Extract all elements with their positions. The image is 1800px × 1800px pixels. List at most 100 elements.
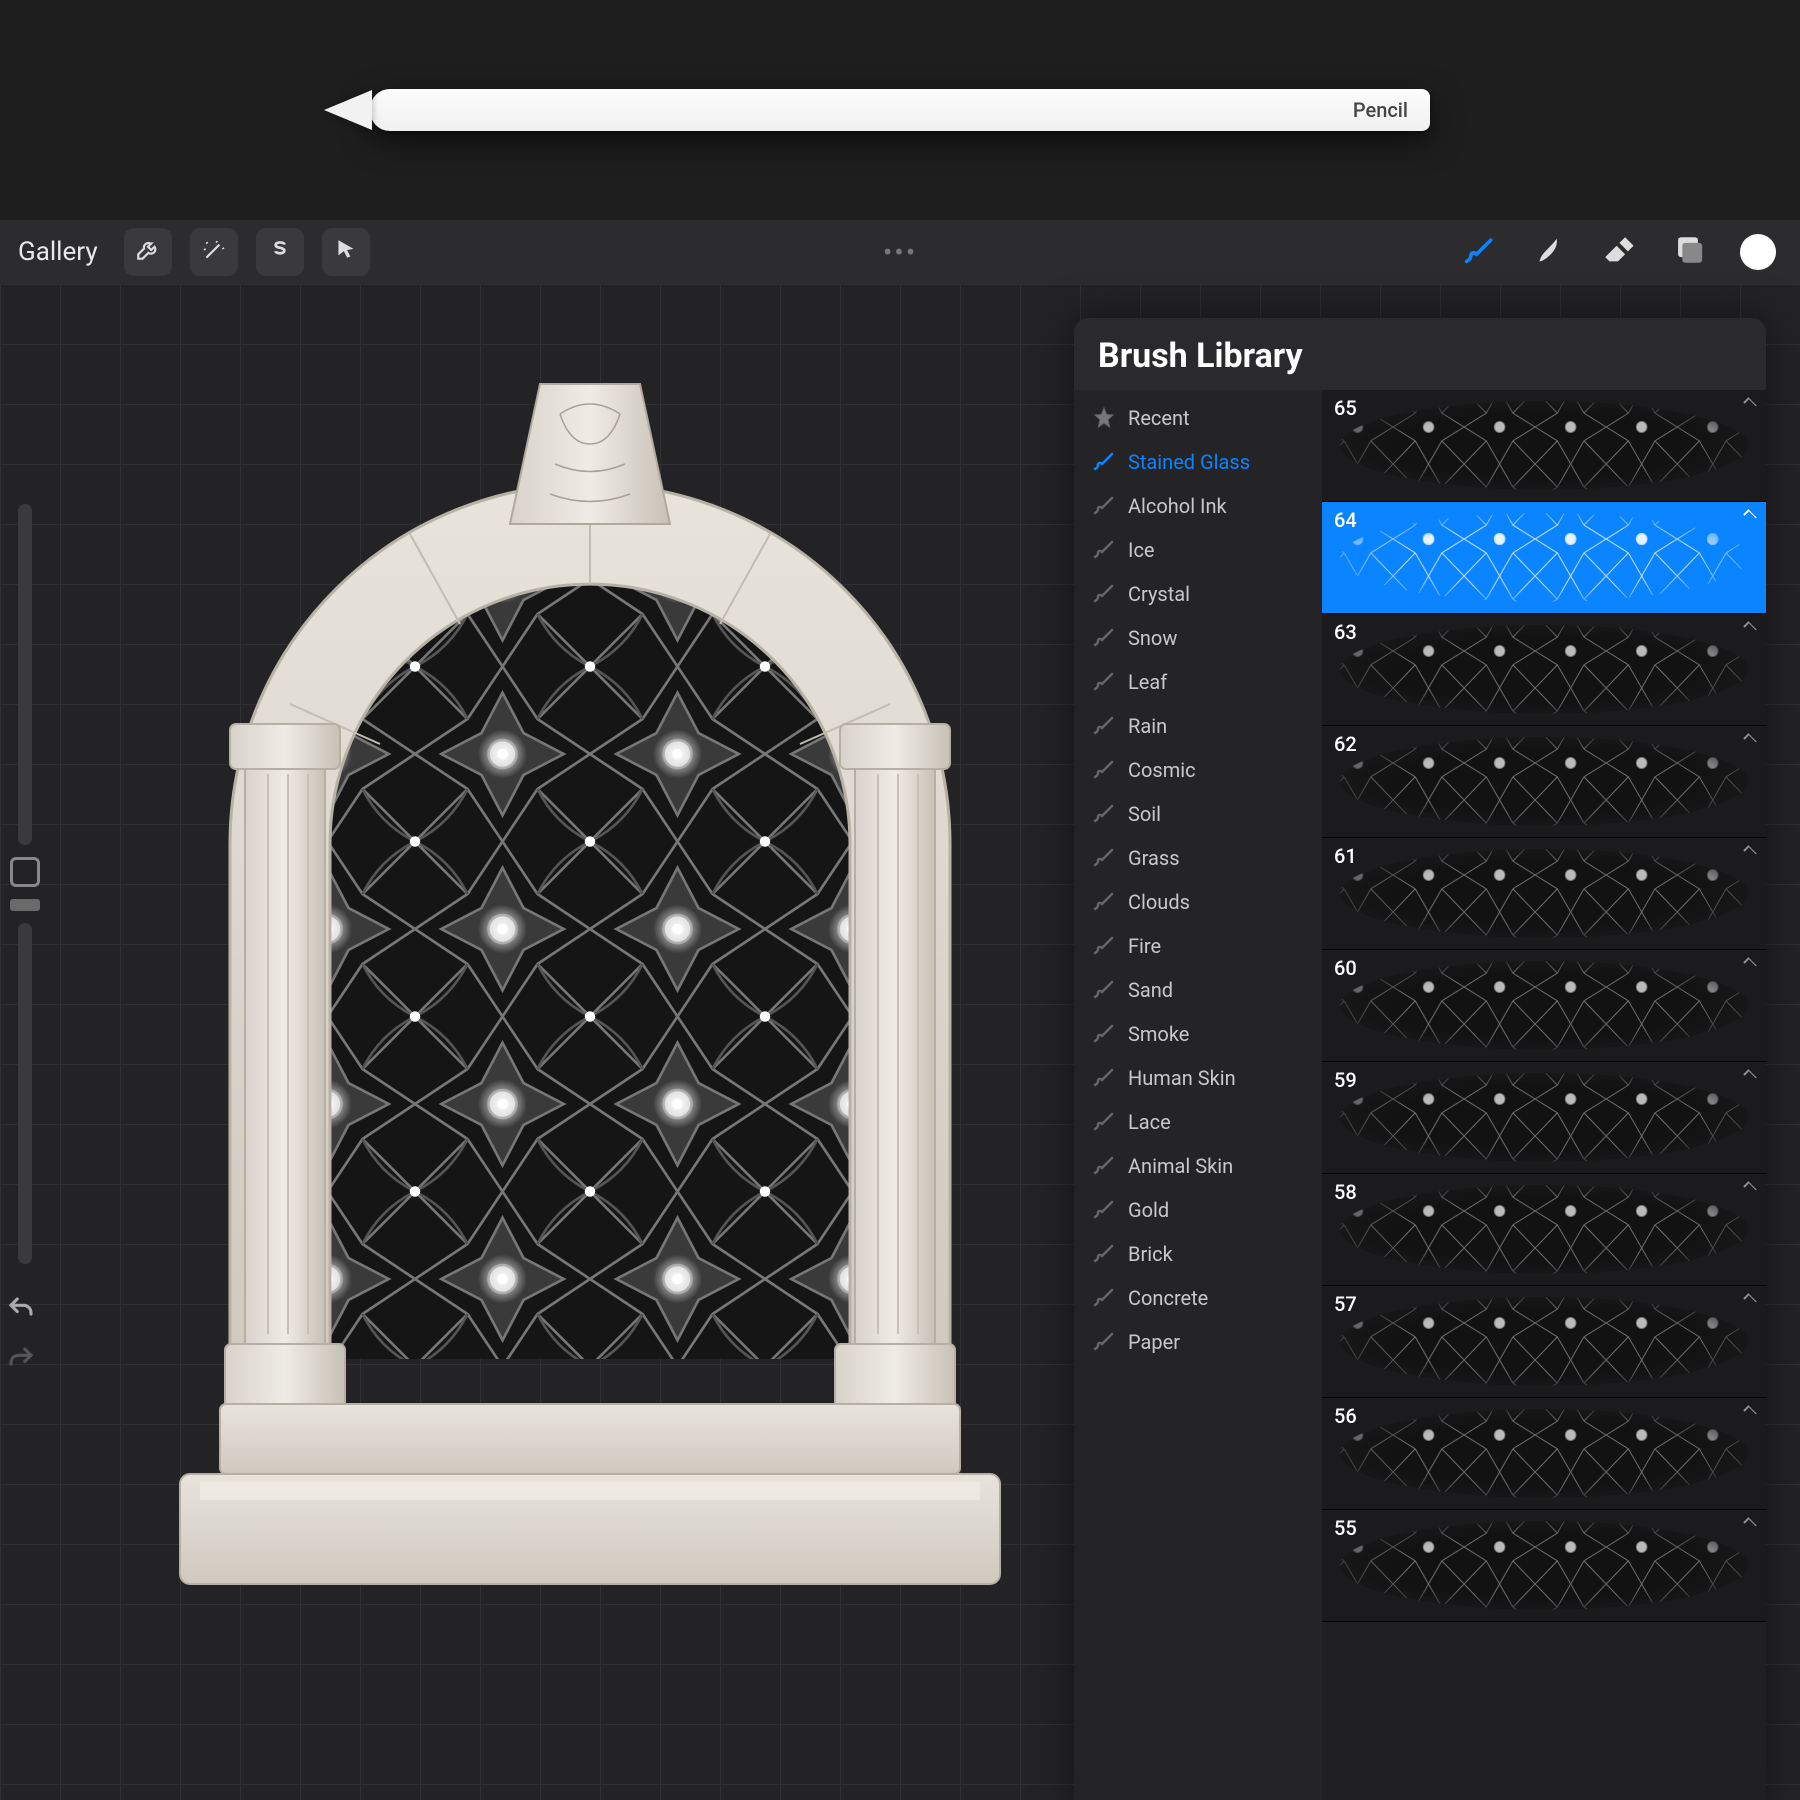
category-label: Paper xyxy=(1128,1330,1180,1354)
category-item-leaf[interactable]: Leaf xyxy=(1074,660,1322,704)
category-item-fire[interactable]: Fire xyxy=(1074,924,1322,968)
actions-button[interactable] xyxy=(124,228,172,276)
brush-preview-55[interactable]: 55 xyxy=(1322,1510,1766,1622)
wand-icon xyxy=(201,237,227,267)
brush-preview-64[interactable]: 64 xyxy=(1322,502,1766,614)
brush-preview-60[interactable]: 60 xyxy=(1322,950,1766,1062)
category-label: Rain xyxy=(1128,714,1167,738)
brush-number-label: 58 xyxy=(1334,1180,1357,1204)
category-item-smoke[interactable]: Smoke xyxy=(1074,1012,1322,1056)
category-label: Human Skin xyxy=(1128,1066,1236,1090)
selection-button[interactable] xyxy=(256,228,304,276)
brush-dropdown-icon xyxy=(1744,958,1756,970)
redo-icon xyxy=(6,1359,36,1378)
procreate-app: Gallery ••• xyxy=(0,220,1800,1800)
category-label: Animal Skin xyxy=(1128,1154,1233,1178)
wrench-icon xyxy=(135,237,161,267)
brush-preview-57[interactable]: 57 xyxy=(1322,1286,1766,1398)
apple-pencil: Pencil xyxy=(370,89,1430,131)
color-picker-button[interactable] xyxy=(1740,234,1776,270)
brush-preview-list[interactable]: 65 64 63 62 61 60 59 58 57 56 55 xyxy=(1322,390,1766,1800)
brush-dropdown-icon xyxy=(1744,734,1756,746)
brush-number-label: 56 xyxy=(1334,1404,1357,1428)
undo-button[interactable] xyxy=(6,1294,46,1328)
s-icon xyxy=(267,237,293,267)
category-item-sand[interactable]: Sand xyxy=(1074,968,1322,1012)
category-item-clouds[interactable]: Clouds xyxy=(1074,880,1322,924)
category-label: Brick xyxy=(1128,1242,1173,1266)
brush-preview-62[interactable]: 62 xyxy=(1322,726,1766,838)
category-item-grass[interactable]: Grass xyxy=(1074,836,1322,880)
brush-number-label: 60 xyxy=(1334,956,1357,980)
category-item-animal-skin[interactable]: Animal Skin xyxy=(1074,1144,1322,1188)
brush-dropdown-icon xyxy=(1744,1182,1756,1194)
brush-library-panel: Brush Library RecentStained GlassAlcohol… xyxy=(1074,318,1766,1800)
category-item-snow[interactable]: Snow xyxy=(1074,616,1322,660)
category-label: Grass xyxy=(1128,846,1180,870)
category-item-ice[interactable]: Ice xyxy=(1074,528,1322,572)
brush-number-label: 57 xyxy=(1334,1292,1357,1316)
stone-arch-frame xyxy=(110,324,1070,1644)
category-item-human-skin[interactable]: Human Skin xyxy=(1074,1056,1322,1100)
brush-opacity-slider[interactable] xyxy=(18,923,32,1264)
category-item-paper[interactable]: Paper xyxy=(1074,1320,1322,1364)
brush-number-label: 55 xyxy=(1334,1516,1357,1540)
smudge-icon xyxy=(1531,233,1565,271)
brush-preview-63[interactable]: 63 xyxy=(1322,614,1766,726)
eraser-button[interactable] xyxy=(1600,234,1636,270)
category-item-recent[interactable]: Recent xyxy=(1074,396,1322,440)
brush-dropdown-icon xyxy=(1744,846,1756,858)
transform-button[interactable] xyxy=(322,228,370,276)
category-item-rain[interactable]: Rain xyxy=(1074,704,1322,748)
modify-button[interactable] xyxy=(10,857,40,887)
promo-top: Pencil xyxy=(0,0,1800,220)
brush-number-label: 65 xyxy=(1334,396,1357,420)
brush-size-slider[interactable] xyxy=(18,504,32,845)
gallery-button[interactable]: Gallery xyxy=(18,237,106,267)
canvas-artwork xyxy=(110,324,1070,1644)
category-item-stained-glass[interactable]: Stained Glass xyxy=(1074,440,1322,484)
brush-preview-65[interactable]: 65 xyxy=(1322,390,1766,502)
category-label: Concrete xyxy=(1128,1286,1208,1310)
category-label: Fire xyxy=(1128,934,1161,958)
redo-button[interactable] xyxy=(6,1344,46,1378)
brush-preview-56[interactable]: 56 xyxy=(1322,1398,1766,1510)
brush-number-label: 61 xyxy=(1334,844,1357,868)
smudge-button[interactable] xyxy=(1530,234,1566,270)
category-item-crystal[interactable]: Crystal xyxy=(1074,572,1322,616)
paint-brush-button[interactable] xyxy=(1460,234,1496,270)
eraser-icon xyxy=(1601,233,1635,271)
category-label: Recent xyxy=(1128,406,1190,430)
brush-preview-59[interactable]: 59 xyxy=(1322,1062,1766,1174)
brush-dropdown-icon xyxy=(1744,1518,1756,1530)
category-item-gold[interactable]: Gold xyxy=(1074,1188,1322,1232)
category-label: Soil xyxy=(1128,802,1161,826)
canvas-workspace[interactable]: Brush Library RecentStained GlassAlcohol… xyxy=(0,284,1800,1800)
category-item-soil[interactable]: Soil xyxy=(1074,792,1322,836)
add-brush-button[interactable] xyxy=(1706,338,1742,374)
category-label: Leaf xyxy=(1128,670,1167,694)
category-item-cosmic[interactable]: Cosmic xyxy=(1074,748,1322,792)
category-item-brick[interactable]: Brick xyxy=(1074,1232,1322,1276)
category-label: Alcohol Ink xyxy=(1128,494,1227,518)
brush-icon xyxy=(1461,233,1495,271)
brush-size-opacity-sliders[interactable] xyxy=(0,504,50,1264)
drag-handle-icon[interactable]: ••• xyxy=(883,236,917,269)
category-label: Gold xyxy=(1128,1198,1169,1222)
brush-dropdown-icon xyxy=(1744,1406,1756,1418)
category-label: Cosmic xyxy=(1128,758,1196,782)
category-item-concrete[interactable]: Concrete xyxy=(1074,1276,1322,1320)
adjustments-button[interactable] xyxy=(190,228,238,276)
brush-category-list[interactable]: Recent Stained Glass Alcohol Ink Ice Crystal… xyxy=(1074,390,1322,1800)
cursor-icon xyxy=(333,237,359,267)
top-toolbar: Gallery ••• xyxy=(0,220,1800,284)
pencil-label: Pencil xyxy=(1353,98,1408,122)
brush-number-label: 64 xyxy=(1334,508,1357,532)
category-label: Crystal xyxy=(1128,582,1190,606)
layers-button[interactable] xyxy=(1670,234,1706,270)
category-label: Clouds xyxy=(1128,890,1190,914)
brush-preview-61[interactable]: 61 xyxy=(1322,838,1766,950)
brush-preview-58[interactable]: 58 xyxy=(1322,1174,1766,1286)
category-item-alcohol-ink[interactable]: Alcohol Ink xyxy=(1074,484,1322,528)
category-item-lace[interactable]: Lace xyxy=(1074,1100,1322,1144)
